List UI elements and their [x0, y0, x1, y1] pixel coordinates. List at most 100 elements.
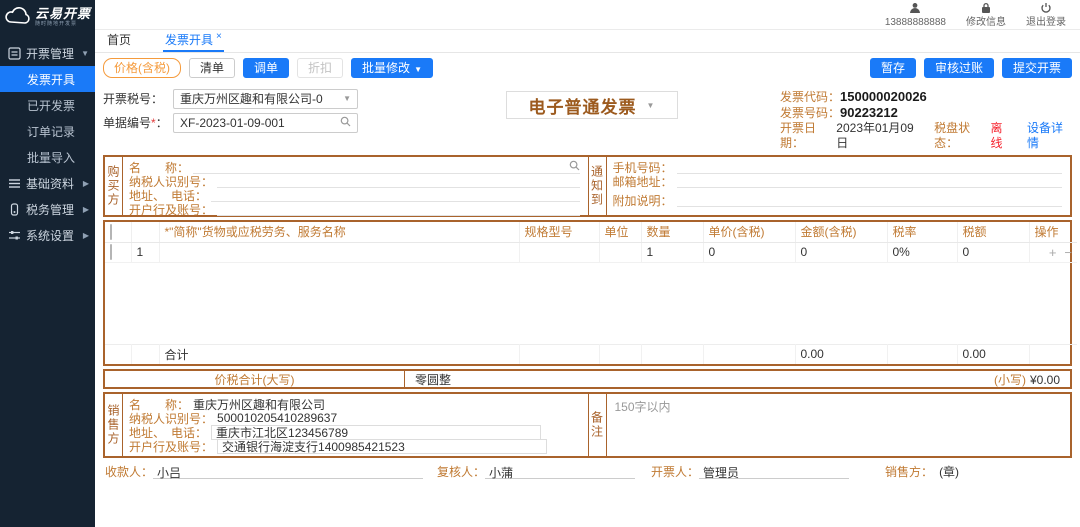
col-name: *"简称"货物或应税劳务、服务名称 [159, 222, 519, 242]
grand-small-label: (小写) [994, 373, 1026, 387]
sidebar-item-issue-invoice[interactable]: 发票开具 [0, 66, 95, 92]
user-account[interactable]: 13888888888 [885, 2, 946, 28]
tax-disk-icon [8, 203, 21, 216]
grand-total-label: 价税合计(大写) [105, 371, 405, 387]
logo-subtitle: 随时随地开发票 [35, 22, 91, 27]
sidebar-group-invoice-mgmt[interactable]: 开票管理 ▼ [0, 40, 95, 66]
sidebar-group-label: 基础资料 [26, 175, 74, 192]
invoice-mgmt-icon [8, 47, 21, 60]
sidebar-group-label: 税务管理 [26, 201, 74, 218]
chevron-down-icon: ▼ [81, 49, 89, 58]
logout-button[interactable]: 退出登录 [1026, 2, 1066, 28]
cell-name[interactable] [159, 242, 519, 262]
buyer-bank-input[interactable] [217, 203, 579, 216]
seller-bank-input[interactable]: 交通银行海淀支行1400985421523 [217, 439, 547, 454]
invoice-date-label: 开票日期： [780, 121, 836, 151]
cell-price[interactable]: 0 [703, 242, 795, 262]
tab-home[interactable]: 首页 [105, 29, 133, 52]
cell-spec[interactable] [519, 242, 599, 262]
buyer-side-label: 购买方 [105, 157, 123, 215]
sidebar-group-tax-mgmt[interactable]: 税务管理 ▶ [0, 196, 95, 222]
remove-row-icon[interactable]: − [1064, 245, 1072, 260]
chevron-right-icon: ▶ [83, 231, 89, 240]
invoice-type-value: 电子普通发票 [529, 93, 637, 118]
sidebar-item-issued-invoices[interactable]: 已开发票 [0, 92, 95, 118]
seller-side-label: 销售方 [105, 394, 123, 456]
cell-rate[interactable]: 0% [887, 242, 957, 262]
list-button[interactable]: 清单 [189, 58, 235, 78]
payee-input[interactable]: 小吕 [153, 464, 423, 479]
grand-total-words: 零圆整 [405, 371, 994, 388]
price-tax-button[interactable]: 价格(含税) [103, 58, 181, 78]
notify-note-label: 附加说明： [613, 192, 673, 209]
modify-info-label: 修改信息 [966, 18, 1006, 28]
modify-info-button[interactable]: 修改信息 [966, 2, 1006, 28]
notify-note-input[interactable] [677, 194, 1062, 207]
user-icon [909, 2, 921, 18]
search-icon[interactable] [569, 160, 580, 174]
remark-side-label: 备注 [589, 394, 607, 456]
audit-post-button[interactable]: 审核过账 [924, 58, 994, 78]
buyer-addr-input[interactable] [211, 189, 579, 202]
total-amount: 0.00 [795, 344, 887, 364]
buyer-taxid-input[interactable] [217, 175, 579, 188]
grand-total-bar: 价税合计(大写) 零圆整 (小写) ¥0.00 [103, 369, 1072, 389]
drawer-input[interactable]: 管理员 [699, 464, 849, 479]
retrieve-order-button[interactable]: 调单 [243, 58, 289, 78]
sidebar-item-batch-import[interactable]: 批量导入 [0, 144, 95, 170]
doc-no-input[interactable]: XF-2023-01-09-001 [173, 113, 358, 133]
sidebar-group-label: 开票管理 [26, 45, 74, 62]
batch-edit-label: 批量修改 [362, 61, 410, 75]
tab-issue-invoice[interactable]: 发票开具× [163, 29, 224, 52]
invoice-info: 发票代码：150000020026 发票号码：90223212 开票日期：202… [780, 88, 1072, 151]
cell-unit[interactable] [599, 242, 641, 262]
items-table: *"简称"货物或应税劳务、服务名称 规格型号 单位 数量 单价(含税) 金额(含… [105, 222, 1077, 364]
main-content: 首页 发票开具× 价格(含税) 清单 调单 折扣 批量修改 ▼ 暂存 审核过账 提… [95, 30, 1080, 527]
logout-label: 退出登录 [1026, 18, 1066, 28]
notify-email-input[interactable] [677, 175, 1062, 188]
sidebar-item-order-records[interactable]: 订单记录 [0, 118, 95, 144]
sidebar-group-label: 系统设置 [26, 227, 74, 244]
logo-title: 云易开票 [35, 7, 91, 20]
save-draft-button[interactable]: 暂存 [870, 58, 916, 78]
lock-icon [980, 2, 992, 18]
remark-textarea[interactable]: 150字以内 [607, 394, 1071, 456]
close-icon[interactable]: × [216, 31, 222, 42]
chevron-down-icon: ▼ [414, 65, 422, 74]
seller-stamp-value: (章) [939, 463, 959, 480]
disk-status-label: 税盘状态： [934, 121, 990, 151]
search-icon[interactable] [340, 116, 351, 130]
row-checkbox[interactable] [110, 244, 112, 260]
select-all-checkbox[interactable] [110, 224, 112, 240]
toolbar: 价格(含税) 清单 调单 折扣 批量修改 ▼ 暂存 审核过账 提交开票 [95, 53, 1080, 83]
sidebar-item-label: 发票开具 [27, 71, 75, 88]
notify-phone-input[interactable] [677, 161, 1062, 174]
grand-small-value: ¥0.00 [1030, 373, 1060, 387]
reviewer-label: 复核人： [437, 463, 485, 480]
sidebar-group-system-settings[interactable]: 系统设置 ▶ [0, 222, 95, 248]
invoice-body: 购买方 名 称： 纳税人识别号： [103, 155, 1072, 481]
reviewer-input[interactable]: 小蒲 [485, 464, 635, 479]
sidebar-item-label: 订单记录 [27, 123, 75, 140]
add-row-icon[interactable]: + [1049, 245, 1057, 260]
cell-amount: 0 [795, 242, 887, 262]
discount-button: 折扣 [297, 58, 343, 78]
user-phone: 13888888888 [885, 18, 946, 28]
col-qty: 数量 [641, 222, 703, 242]
doc-no-label: 单据编号*： [103, 114, 173, 131]
sidebar-item-label: 已开发票 [27, 97, 75, 114]
batch-edit-button[interactable]: 批量修改 ▼ [351, 58, 433, 78]
cell-qty[interactable]: 1 [641, 242, 703, 262]
tab-bar: 首页 发票开具× [95, 30, 1080, 53]
cloud-logo-icon [5, 7, 31, 27]
device-detail-link[interactable]: 设备详情 [1027, 121, 1072, 151]
invoice-type-select[interactable]: 电子普通发票 ▼ [506, 91, 678, 119]
buyer-name-input[interactable] [193, 161, 579, 174]
invoice-no-value: 90223212 [840, 105, 898, 120]
col-amount: 金额(含税) [795, 222, 887, 242]
sidebar-group-basic-data[interactable]: 基础资料 ▶ [0, 170, 95, 196]
col-op: 操作 [1029, 222, 1077, 242]
sidebar: 云易开票 随时随地开发票 开票管理 ▼ 发票开具 已开发票 订单记录 [0, 0, 95, 527]
submit-invoice-button[interactable]: 提交开票 [1002, 58, 1072, 78]
tax-no-select[interactable]: 重庆万州区趣和有限公司-0 ▼ [173, 89, 358, 109]
